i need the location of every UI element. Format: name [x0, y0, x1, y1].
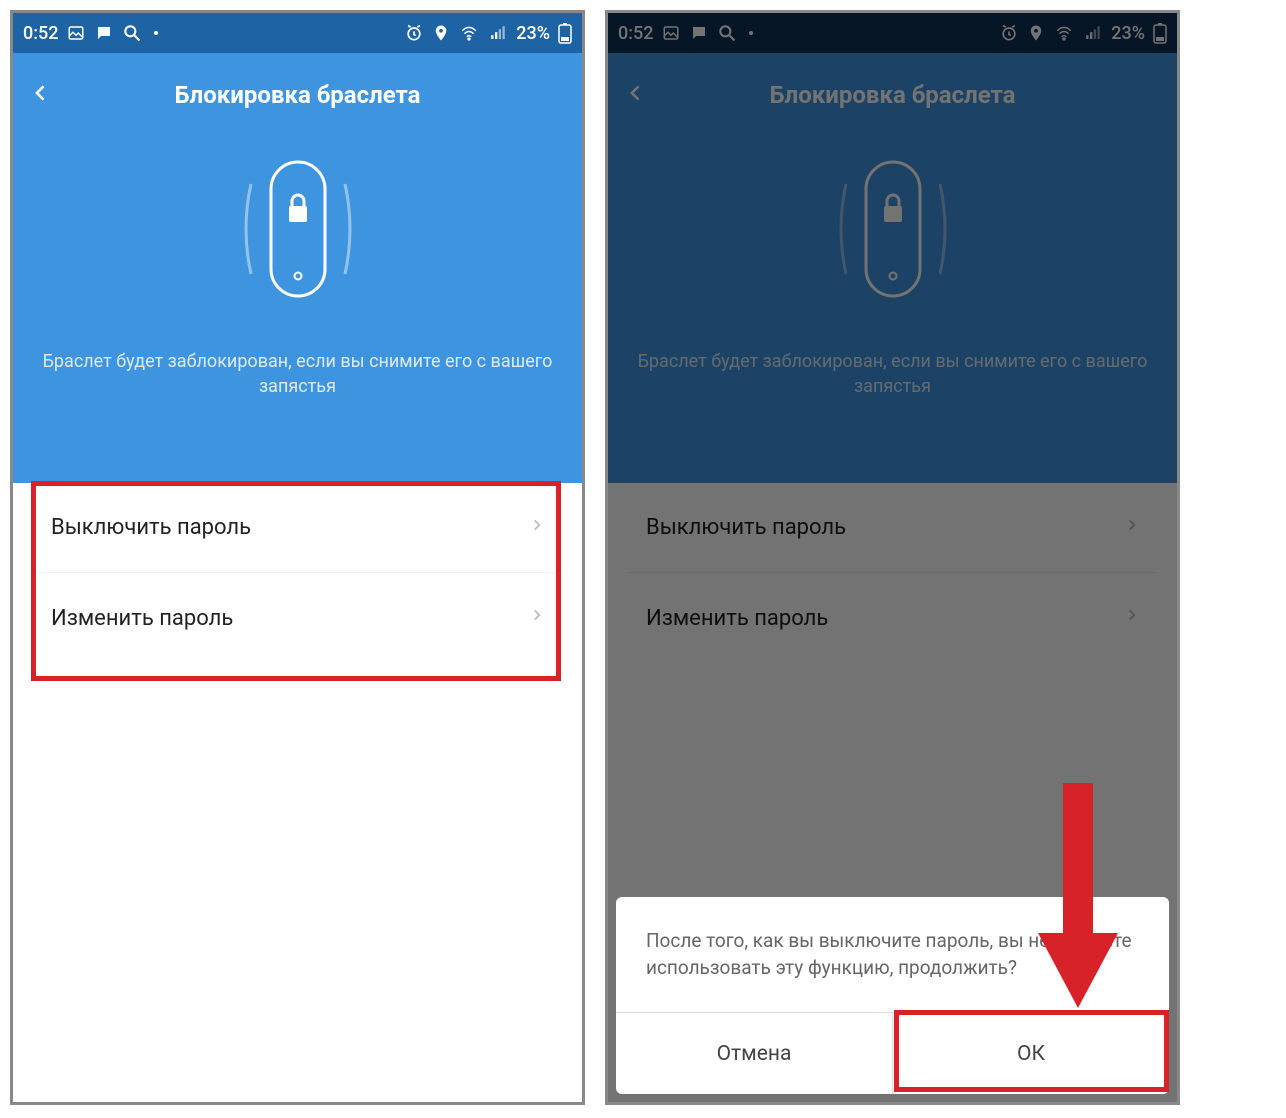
search-icon [122, 23, 142, 43]
battery-text: 23% [516, 23, 550, 44]
change-password-label: Изменить пароль [51, 606, 233, 631]
phone-screenshot-right: 0:52 23% [605, 10, 1180, 1105]
image-icon [66, 24, 86, 42]
back-button[interactable] [31, 79, 51, 111]
cancel-button[interactable]: Отмена [616, 1013, 892, 1094]
statusbar-time: 0:52 [23, 23, 58, 44]
confirm-dialog: После того, как вы выключите пароль, вы … [616, 897, 1169, 1094]
band-lock-illustration [13, 109, 582, 349]
settings-list: Выключить пароль Изменить пароль [33, 483, 562, 663]
statusbar: 0:52 23% [13, 13, 582, 53]
page-title: Блокировка браслета [13, 57, 582, 109]
more-icon [154, 31, 158, 35]
signal-icon [488, 24, 508, 42]
battery-icon [558, 22, 572, 44]
chevron-right-icon [530, 514, 544, 542]
alarm-icon [404, 23, 424, 43]
wifi-icon [458, 24, 480, 42]
change-password-row[interactable]: Изменить пароль [33, 573, 562, 663]
location-icon [432, 23, 450, 43]
phone-screenshot-left: 0:52 23% [10, 10, 585, 1105]
ok-button[interactable]: ОК [892, 1013, 1169, 1094]
chevron-right-icon [530, 604, 544, 632]
disable-password-label: Выключить пароль [51, 515, 251, 540]
chat-icon [94, 24, 114, 42]
disable-password-row[interactable]: Выключить пароль [33, 483, 562, 573]
dialog-message: После того, как вы выключите пароль, вы … [616, 897, 1169, 1012]
page-header: Блокировка браслета Браслет будет заблок… [13, 53, 582, 483]
header-description: Браслет будет заблокирован, если вы сним… [13, 349, 582, 399]
